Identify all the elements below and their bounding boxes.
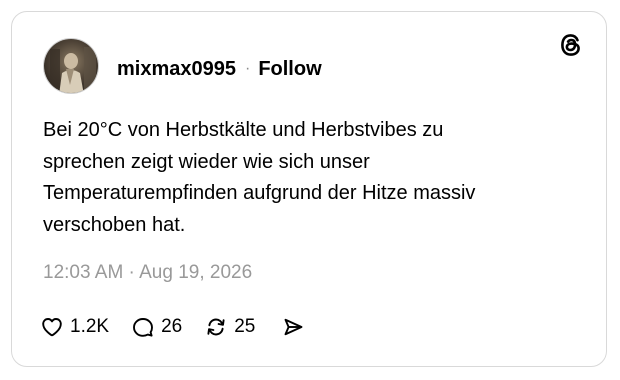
post-header: mixmax0995 · Follow: [117, 56, 322, 82]
heart-icon: [42, 318, 62, 337]
avatar[interactable]: [43, 38, 99, 94]
follow-button[interactable]: Follow: [258, 58, 321, 81]
post-text: Bei 20°C von Herbstkälte und Herbstvibes…: [43, 115, 563, 241]
reply-count: 26: [161, 316, 183, 337]
avatar-image: [44, 39, 98, 93]
repost-icon: [207, 318, 225, 336]
post-text-line: sprechen zeigt wieder wie sich unser: [43, 150, 370, 173]
username[interactable]: mixmax0995: [117, 58, 236, 81]
separator-dot: ·: [244, 60, 251, 77]
like-button[interactable]: 1.2K: [40, 315, 109, 339]
post-timestamp[interactable]: 12:03 AM · Aug 19, 2026: [43, 262, 252, 284]
post-text-line: Temperaturempfinden aufgrund der Hitze m…: [43, 182, 476, 204]
post-text-line: Bei 20°C von Herbstkälte und Herbstvibes…: [43, 119, 444, 141]
threads-logo-icon[interactable]: [558, 32, 584, 58]
comment-bubble-icon: [133, 318, 154, 337]
action-bar: 1.2K 26 25: [40, 314, 305, 340]
repost-count: 25: [234, 316, 256, 337]
send-icon: [284, 318, 303, 336]
post-text-line: verschoben hat.: [43, 213, 186, 236]
share-button[interactable]: [281, 315, 305, 339]
reply-button[interactable]: 26: [131, 315, 182, 339]
like-count: 1.2K: [70, 316, 110, 337]
repost-button[interactable]: 25: [204, 315, 255, 339]
threads-post-card: mixmax0995 · Follow Bei 20°C von Herbstk…: [11, 11, 607, 367]
